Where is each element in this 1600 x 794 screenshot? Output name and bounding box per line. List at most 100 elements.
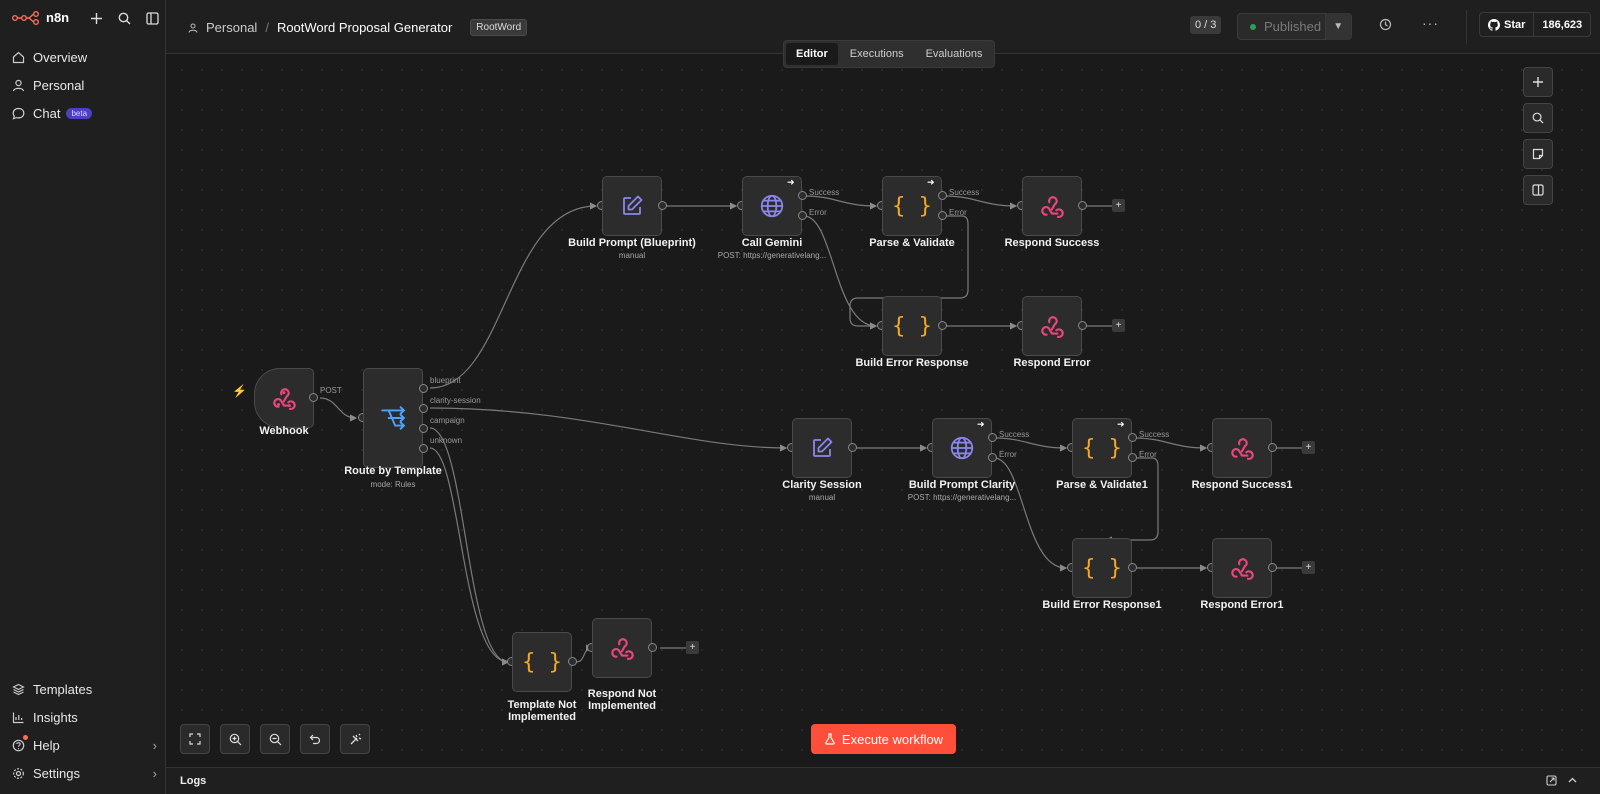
more-options-icon[interactable]: ··· xyxy=(1422,15,1439,31)
output-port[interactable] xyxy=(1268,443,1277,452)
workflow-tag[interactable]: RootWord xyxy=(470,19,528,36)
history-icon[interactable] xyxy=(1379,18,1392,34)
output-port[interactable] xyxy=(1128,453,1137,462)
popout-icon[interactable] xyxy=(1546,775,1557,789)
output-port[interactable] xyxy=(988,453,997,462)
webhook-icon xyxy=(1041,196,1064,218)
search-nodes-button[interactable] xyxy=(1523,103,1553,133)
output-port[interactable] xyxy=(988,433,997,442)
node-respond-error[interactable] xyxy=(1022,296,1082,356)
globe-icon xyxy=(760,194,784,218)
zoom-out-button[interactable] xyxy=(260,724,290,754)
sidebar-item-label: Settings xyxy=(33,765,80,781)
node-build-prompt[interactable] xyxy=(602,176,662,236)
app-logo[interactable]: n8n xyxy=(12,10,69,25)
output-port[interactable] xyxy=(798,191,807,200)
node-label: Call Gemini xyxy=(741,237,803,249)
output-port[interactable] xyxy=(648,643,657,652)
node-clarity-session[interactable] xyxy=(792,418,852,478)
output-port[interactable] xyxy=(568,657,577,666)
port-label: Success xyxy=(949,188,980,197)
toggle-panel-button[interactable] xyxy=(1523,175,1553,205)
chart-icon xyxy=(12,712,24,723)
node-respond-error1[interactable] xyxy=(1212,538,1272,598)
node-build-error-response[interactable]: { } xyxy=(882,296,942,356)
node-webhook[interactable] xyxy=(254,368,314,428)
sidebar-item-templates[interactable]: Templates xyxy=(12,679,157,699)
output-port[interactable] xyxy=(1078,321,1087,330)
output-port[interactable] xyxy=(1268,563,1277,572)
chevron-up-icon[interactable] xyxy=(1567,775,1578,789)
edge xyxy=(943,195,1018,210)
output-port[interactable] xyxy=(658,201,667,210)
add-node-button[interactable]: + xyxy=(686,641,699,654)
tab-editor[interactable]: Editor xyxy=(786,43,838,65)
output-port[interactable] xyxy=(798,211,807,220)
sidebar-item-personal[interactable]: Personal xyxy=(12,75,157,95)
node-label: Template Not Implemented xyxy=(507,699,577,723)
undo-button[interactable] xyxy=(300,724,330,754)
workflow-canvas[interactable]: ⚡ POST Webhook blueprint clarity-session… xyxy=(166,54,1600,767)
node-respond-not-implemented[interactable] xyxy=(592,618,652,678)
output-port[interactable] xyxy=(419,384,428,393)
add-node-button[interactable]: + xyxy=(1302,561,1315,574)
publish-button[interactable]: Published ▼ xyxy=(1237,13,1352,40)
trigger-bolt-icon: ⚡ xyxy=(232,384,247,398)
workflow-title[interactable]: RootWord Proposal Generator xyxy=(277,20,452,35)
sidebar-item-chat[interactable]: Chat beta xyxy=(12,103,157,123)
output-port[interactable] xyxy=(1078,201,1087,210)
output-port[interactable] xyxy=(938,191,947,200)
node-template-not-implemented[interactable]: { } xyxy=(512,632,572,692)
add-node-panel-button[interactable] xyxy=(1523,67,1553,97)
sidebar-item-overview[interactable]: Overview xyxy=(12,47,157,67)
github-star-left[interactable]: Star xyxy=(1480,13,1535,36)
node-label: Respond Success1 xyxy=(1191,479,1293,491)
magic-wand-icon xyxy=(350,733,361,744)
output-port[interactable] xyxy=(1128,433,1137,442)
logs-bar[interactable]: Logs xyxy=(166,767,1600,794)
fit-view-button[interactable] xyxy=(180,724,210,754)
sidebar-item-label: Insights xyxy=(33,709,78,725)
output-port[interactable] xyxy=(309,393,318,402)
sidebar-item-help[interactable]: Help › xyxy=(12,735,157,755)
execute-workflow-button[interactable]: Execute workflow xyxy=(811,724,956,754)
code-icon: { } xyxy=(892,313,932,339)
node-respond-success1[interactable] xyxy=(1212,418,1272,478)
node-label: Respond Success xyxy=(1004,237,1100,249)
publish-label-wrap[interactable]: Published xyxy=(1238,19,1325,34)
github-star-button[interactable]: Star 186,623 xyxy=(1479,12,1592,37)
chevron-down-icon[interactable]: ▼ xyxy=(1324,13,1351,40)
search-icon[interactable] xyxy=(116,10,132,26)
sidebar-item-insights[interactable]: Insights xyxy=(12,707,157,727)
view-tabs: Editor Executions Evaluations xyxy=(783,40,996,68)
arrow-right-icon: ➜ xyxy=(1117,419,1125,429)
add-node-button[interactable]: + xyxy=(1112,199,1125,212)
add-icon[interactable] xyxy=(88,10,104,26)
arrow-right-icon: ➜ xyxy=(787,177,795,187)
collapse-sidebar-icon[interactable] xyxy=(144,10,160,26)
output-port[interactable] xyxy=(938,321,947,330)
node-route-by-template[interactable] xyxy=(363,368,423,468)
version-counter[interactable]: 0 / 3 xyxy=(1190,16,1222,34)
port-label: Success xyxy=(999,430,1030,439)
sidebar-item-settings[interactable]: Settings › xyxy=(12,763,157,783)
output-port[interactable] xyxy=(419,444,428,453)
sticky-note-button[interactable] xyxy=(1523,139,1553,169)
breadcrumb-project[interactable]: Personal xyxy=(206,20,257,35)
output-port[interactable] xyxy=(848,443,857,452)
node-respond-success[interactable] xyxy=(1022,176,1082,236)
add-node-button[interactable]: + xyxy=(1302,441,1315,454)
output-port[interactable] xyxy=(419,404,428,413)
add-node-button[interactable]: + xyxy=(1112,319,1125,332)
output-port[interactable] xyxy=(419,424,428,433)
node-label: Build Prompt Clarity xyxy=(908,479,1016,491)
tab-executions[interactable]: Executions xyxy=(840,43,914,65)
code-icon: { } xyxy=(1082,435,1122,461)
node-label: Parse & Validate xyxy=(869,237,955,249)
zoom-in-button[interactable] xyxy=(220,724,250,754)
output-port[interactable] xyxy=(1128,563,1137,572)
tidy-up-button[interactable] xyxy=(340,724,370,754)
node-build-error-response1[interactable]: { } xyxy=(1072,538,1132,598)
output-port[interactable] xyxy=(938,211,947,220)
tab-evaluations[interactable]: Evaluations xyxy=(916,43,993,65)
